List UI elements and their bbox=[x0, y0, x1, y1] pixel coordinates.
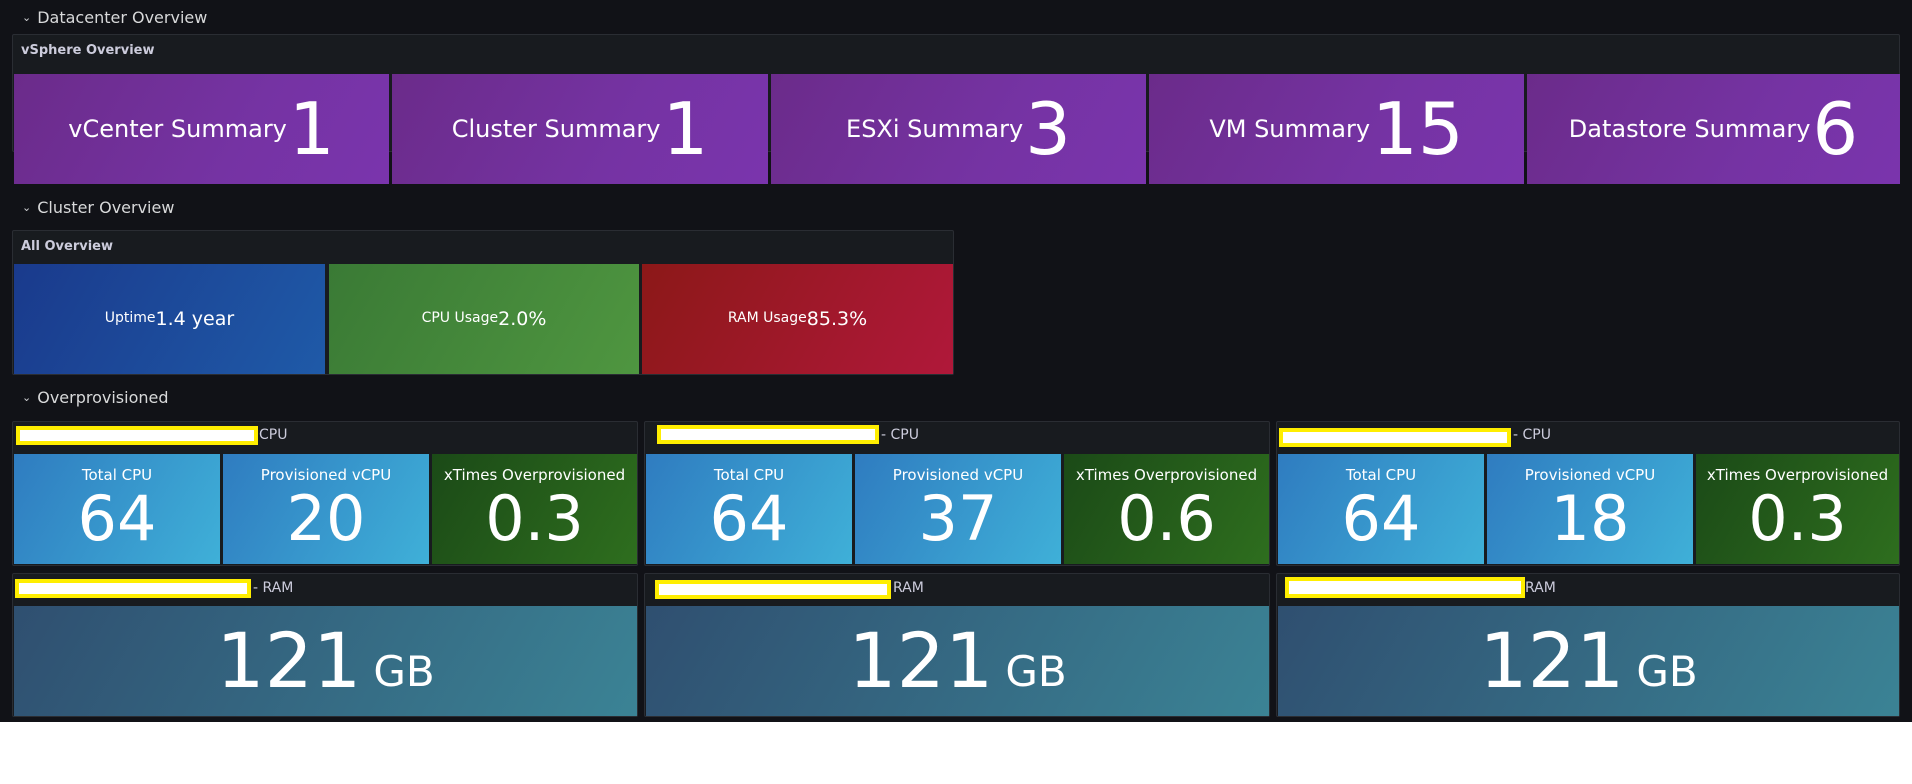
panel-title-suffix: RAM bbox=[893, 580, 924, 596]
stat-value: 0.3 bbox=[485, 482, 584, 555]
chevron-down-icon: ⌄ bbox=[22, 200, 32, 214]
row-cluster-overview[interactable]: ⌄ Cluster Overview bbox=[22, 195, 174, 219]
row-title-text: Cluster Overview bbox=[37, 197, 175, 217]
stat-provisioned-vcpu[interactable]: Provisioned vCPU 20 bbox=[223, 454, 429, 564]
stat-label: vCenter Summary bbox=[68, 115, 287, 143]
stat-value: 0.3 bbox=[1748, 482, 1847, 555]
stat-unit: GB bbox=[1005, 646, 1067, 696]
stat-provisioned-vcpu[interactable]: Provisioned vCPU 18 bbox=[1487, 454, 1693, 564]
stat-provisioned-vcpu[interactable]: Provisioned vCPU 37 bbox=[855, 454, 1061, 564]
redaction-box bbox=[16, 426, 258, 445]
stat-value: 0.6 bbox=[1117, 482, 1216, 555]
stat-value: 37 bbox=[918, 482, 998, 555]
stat-label: ESXi Summary bbox=[846, 115, 1024, 143]
stat-value: 20 bbox=[286, 482, 366, 555]
stat-label: Uptime bbox=[104, 310, 156, 326]
stat-value: 1 bbox=[662, 87, 709, 171]
panel-title: vSphere Overview bbox=[21, 42, 155, 58]
stat-value: 15 bbox=[1372, 87, 1464, 171]
dashboard: ⌄ Datacenter Overview vSphere Overview v… bbox=[0, 0, 1912, 722]
stat-label: RAM Usage bbox=[727, 310, 807, 326]
chevron-down-icon: ⌄ bbox=[22, 390, 32, 404]
stat-xtimes-overprovisioned[interactable]: xTimes Overprovisioned 0.3 bbox=[432, 454, 637, 564]
panel-title-suffix: - RAM bbox=[253, 580, 294, 596]
stat-total-cpu[interactable]: Total CPU 64 bbox=[14, 454, 220, 564]
stat-unit: GB bbox=[1636, 646, 1698, 696]
stat-vm-summary[interactable]: VM Summary 15 bbox=[1149, 74, 1524, 184]
stat-cluster-summary[interactable]: Cluster Summary 1 bbox=[392, 74, 768, 184]
panel-title-suffix: - CPU bbox=[1513, 427, 1551, 443]
row-datacenter-overview[interactable]: ⌄ Datacenter Overview bbox=[22, 5, 207, 29]
stat-xtimes-overprovisioned[interactable]: xTimes Overprovisioned 0.3 bbox=[1696, 454, 1899, 564]
stat-ram-total[interactable]: 121 GB bbox=[646, 606, 1269, 716]
row-title-text: Overprovisioned bbox=[37, 387, 169, 407]
stat-cpu-usage[interactable]: CPU Usage 2.0% bbox=[329, 264, 639, 374]
chevron-down-icon: ⌄ bbox=[22, 10, 32, 24]
stat-value: 18 bbox=[1550, 482, 1630, 555]
stat-total-cpu[interactable]: Total CPU 64 bbox=[1278, 454, 1484, 564]
stat-uptime[interactable]: Uptime 1.4 year bbox=[14, 264, 325, 374]
stat-label: Cluster Summary bbox=[451, 115, 661, 143]
stat-value: 121 bbox=[216, 616, 362, 705]
stat-datastore-summary[interactable]: Datastore Summary 6 bbox=[1527, 74, 1900, 184]
panel-title-suffix: CPU bbox=[259, 427, 288, 443]
stat-ram-usage[interactable]: RAM Usage 85.3% bbox=[642, 264, 953, 374]
row-overprovisioned[interactable]: ⌄ Overprovisioned bbox=[22, 385, 169, 409]
stat-unit: GB bbox=[373, 646, 435, 696]
stat-ram-total[interactable]: 121 GB bbox=[1278, 606, 1899, 716]
stat-value: 64 bbox=[709, 482, 789, 555]
stat-total-cpu[interactable]: Total CPU 64 bbox=[646, 454, 852, 564]
panel-title-suffix: RAM bbox=[1525, 580, 1556, 596]
stat-label: Datastore Summary bbox=[1568, 115, 1811, 143]
redaction-box bbox=[15, 579, 251, 598]
row-title-text: Datacenter Overview bbox=[37, 7, 208, 27]
stat-value: 1 bbox=[288, 87, 335, 171]
redaction-box bbox=[1285, 577, 1525, 598]
redaction-box bbox=[1279, 428, 1511, 447]
stat-label: VM Summary bbox=[1209, 115, 1371, 143]
stat-xtimes-overprovisioned[interactable]: xTimes Overprovisioned 0.6 bbox=[1064, 454, 1269, 564]
stat-value: 1.4 year bbox=[155, 308, 235, 330]
redaction-box bbox=[657, 425, 879, 444]
stat-value: 2.0% bbox=[498, 308, 547, 330]
panel-title: All Overview bbox=[21, 238, 114, 254]
stat-vcenter-summary[interactable]: vCenter Summary 1 bbox=[14, 74, 389, 184]
stat-ram-total[interactable]: 121 GB bbox=[14, 606, 637, 716]
stat-value: 64 bbox=[77, 482, 157, 555]
stat-value: 64 bbox=[1341, 482, 1421, 555]
stat-value: 121 bbox=[1479, 616, 1625, 705]
stat-esxi-summary[interactable]: ESXi Summary 3 bbox=[771, 74, 1146, 184]
stat-value: 3 bbox=[1025, 87, 1071, 171]
redaction-box bbox=[655, 580, 891, 599]
panel-title-suffix: - CPU bbox=[881, 427, 919, 443]
stat-value: 6 bbox=[1812, 87, 1859, 171]
stat-value: 121 bbox=[848, 616, 994, 705]
stat-value: 85.3% bbox=[806, 308, 868, 330]
stat-label: CPU Usage bbox=[421, 310, 499, 326]
